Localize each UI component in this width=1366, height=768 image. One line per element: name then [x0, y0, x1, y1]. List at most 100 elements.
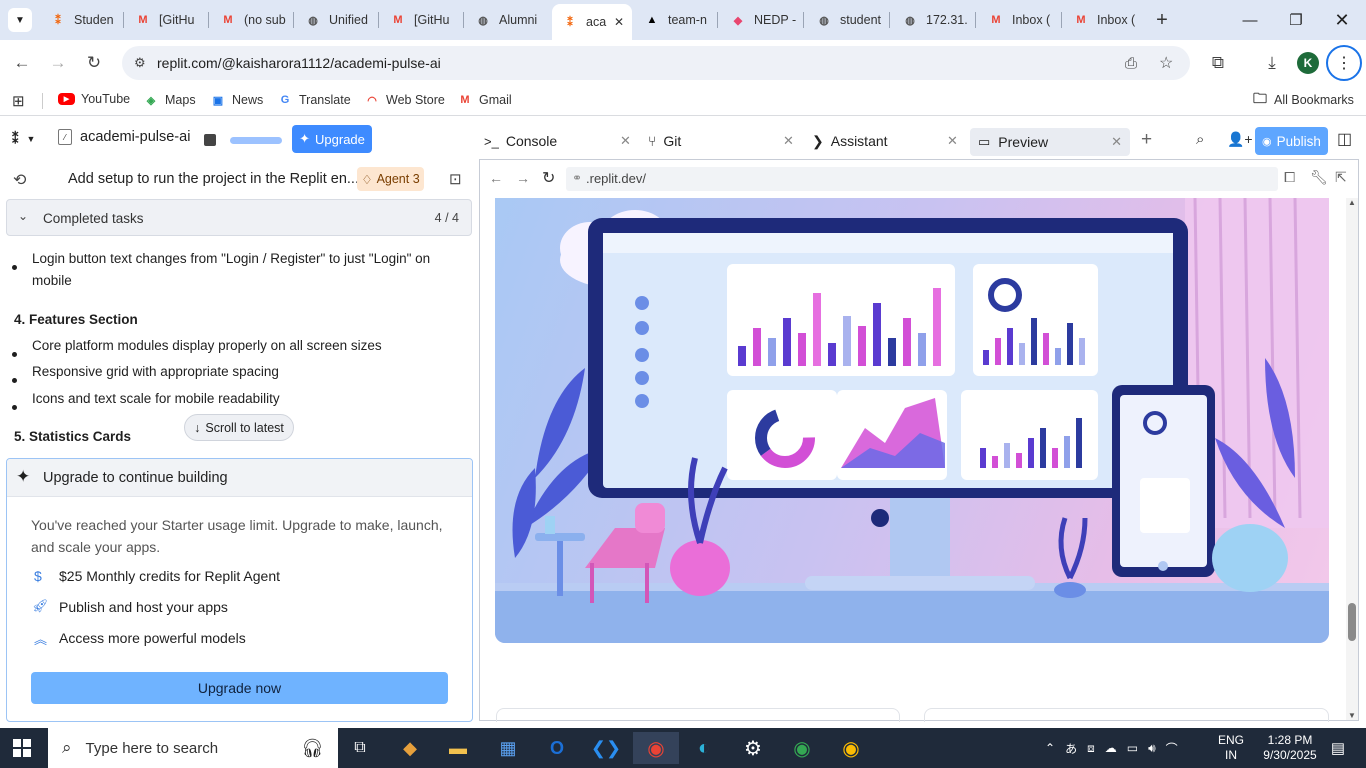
volume-icon[interactable]: 🔊︎ — [1148, 741, 1156, 756]
bullet-dot — [12, 378, 17, 383]
chrome-k-button[interactable]: ◉ — [633, 732, 679, 764]
browser-tab-label: Studen — [74, 13, 114, 27]
devtools-icon[interactable]: 🔧︎ — [1310, 169, 1328, 186]
browser-tab[interactable]: ⁑ Studen — [40, 6, 124, 34]
back-button[interactable]: ← — [10, 51, 34, 75]
edge-button[interactable]: ◐ — [684, 732, 724, 764]
address-bar[interactable]: ⚙ replit.com/@kaisharora1112/academi-pul… — [122, 46, 1190, 80]
close-tab-preview[interactable]: ✕ — [1111, 134, 1122, 150]
reload-button[interactable]: ↻ — [82, 51, 106, 75]
browser-tab[interactable]: ◍ student — [806, 6, 890, 34]
task-view-button[interactable]: ⧉ — [340, 732, 380, 764]
search-icon[interactable]: ⌕ — [1196, 131, 1204, 148]
settings-button[interactable]: ⚙ — [733, 732, 773, 764]
bookmark-news[interactable]: ▣ News — [210, 92, 263, 108]
upgrade-card-description: You've reached your Starter usage limit.… — [31, 517, 443, 533]
tab-preview[interactable]: ▭ Preview ✕ — [970, 128, 1130, 156]
browser-tab[interactable]: ◍ 172.31. — [892, 6, 976, 34]
scroll-down-icon[interactable]: ▼ — [1348, 711, 1356, 720]
new-chat-icon[interactable]: ⊡ — [449, 170, 462, 188]
bookmark-gmail[interactable]: M Gmail — [457, 92, 511, 108]
bookmark-youtube[interactable]: ▶ YouTube — [58, 92, 130, 106]
upgrade-button[interactable]: ✦ Upgrade — [292, 125, 372, 153]
browser-tab[interactable]: ▲ team-n — [634, 6, 718, 34]
publish-button[interactable]: ◉ Publish — [1255, 127, 1328, 155]
invite-user-icon[interactable]: 👤+ — [1227, 131, 1253, 148]
downloads-button[interactable]: ⤓ — [1260, 51, 1284, 75]
battery-icon[interactable]: ▭ — [1127, 741, 1138, 755]
extensions-button[interactable]: ⧉ — [1206, 51, 1230, 75]
stop-button[interactable] — [204, 134, 216, 146]
toggle-sidebar-icon[interactable]: ◫ — [1337, 129, 1352, 149]
browser-tab[interactable]: ◆ NEDP - — [720, 6, 804, 34]
language-bar-icon[interactable]: あ — [1065, 740, 1077, 757]
scroll-to-latest-button[interactable]: ↓ Scroll to latest — [184, 414, 294, 441]
bookmark-webstore[interactable]: ◠ Web Store — [364, 92, 445, 108]
preview-scrollbar[interactable]: ▲ ▼ — [1346, 198, 1358, 720]
preview-reload-button[interactable]: ↻ — [542, 168, 555, 188]
browser-menu-button[interactable]: ⋮ — [1326, 45, 1362, 81]
close-window-button[interactable]: ✕ — [1330, 8, 1354, 32]
browser-tab[interactable]: M Inbox ( — [978, 6, 1062, 34]
browser-tab[interactable]: ◍ Unified — [295, 6, 379, 34]
tab-console[interactable]: >_ Console — [484, 129, 557, 153]
browser-tab[interactable]: ⁑ aca ✕ — [552, 4, 632, 40]
bookmark-translate[interactable]: G Translate — [277, 92, 351, 108]
preview-back-button[interactable]: ← — [489, 170, 503, 186]
chevron-up-icon[interactable]: ⌃ — [1045, 741, 1055, 755]
preview-url-bar[interactable]: ⚭ .replit.dev/ — [566, 167, 1278, 191]
site-info-icon[interactable]: ⚙ — [134, 55, 146, 71]
outlook-button[interactable]: O — [537, 732, 577, 764]
browser-tab[interactable]: M Inbox ( — [1063, 6, 1147, 34]
bookmark-maps[interactable]: ◈ Maps — [143, 92, 196, 108]
preview-forward-button[interactable]: → — [516, 170, 530, 186]
copilot-button[interactable]: ◆ — [390, 732, 430, 764]
cloud-icon[interactable]: ☁ — [1105, 741, 1117, 755]
store-button[interactable]: ▦ — [488, 732, 528, 764]
star-icon[interactable]: ☆ — [1159, 53, 1173, 73]
restore-button[interactable]: ❐ — [1284, 8, 1308, 32]
browser-tab[interactable]: ◍ Alumni — [465, 6, 549, 34]
all-bookmarks-button[interactable]: 🗀 All Bookmarks — [1252, 90, 1354, 108]
edge-icon: ◐ — [697, 736, 711, 759]
clock[interactable]: 1:28 PM 9/30/2025 — [1254, 733, 1326, 763]
project-selector[interactable]: ⁄ academi-pulse-ai — [58, 129, 190, 145]
install-app-icon[interactable]: ⎙ — [1125, 55, 1137, 72]
notifications-button[interactable]: ▤ — [1318, 732, 1358, 764]
start-button[interactable] — [2, 732, 42, 764]
taskbar-search[interactable]: ⌕ Type here to search 🎧︎ — [48, 728, 338, 768]
close-tab-icon[interactable]: ✕ — [614, 15, 624, 29]
camera-icon[interactable]: ⧈ — [1087, 741, 1095, 756]
close-tab-git[interactable]: ✕ — [783, 133, 794, 149]
add-tab-button[interactable]: + — [1141, 129, 1152, 151]
browser-tab[interactable]: M [GitHu — [125, 6, 209, 34]
browser-tab[interactable]: M (no sub — [210, 6, 294, 34]
tab-assistant[interactable]: ❯ Assistant — [812, 129, 888, 153]
scrollbar-thumb[interactable] — [1348, 603, 1356, 641]
close-tab-assistant[interactable]: ✕ — [947, 133, 958, 149]
file-explorer-button[interactable]: ▬ — [438, 732, 478, 764]
apps-button[interactable]: ⊞ — [12, 92, 25, 110]
devices-icon[interactable]: ⧠ — [1284, 169, 1295, 186]
upgrade-label: Upgrade — [315, 131, 365, 147]
scroll-up-icon[interactable]: ▲ — [1348, 198, 1356, 207]
gmail-icon: M — [460, 94, 470, 106]
profile-avatar[interactable]: K — [1297, 52, 1319, 74]
browser-tab[interactable]: M [GitHu — [380, 6, 464, 34]
history-icon[interactable]: ⟲ — [13, 170, 26, 190]
language-indicator[interactable]: ENG IN — [1218, 733, 1244, 763]
replit-menu-button[interactable]: ⁑ ▼ — [12, 131, 35, 147]
open-external-icon[interactable]: ⇱ — [1335, 169, 1347, 186]
forward-button[interactable]: → — [46, 51, 70, 75]
close-tab-console[interactable]: ✕ — [620, 133, 631, 149]
chrome-m-button[interactable]: ◉ — [782, 732, 822, 764]
vscode-button[interactable]: ❮❯ — [586, 732, 626, 764]
tab-search-button[interactable]: ▼ — [8, 8, 32, 32]
completed-tasks-header[interactable]: ⌄ Completed tasks 4 / 4 — [6, 199, 472, 236]
chrome-button[interactable]: ◉ — [831, 732, 871, 764]
new-tab-button[interactable]: + — [1150, 8, 1174, 32]
tab-git[interactable]: ⑂ Git — [648, 129, 681, 153]
minimize-button[interactable]: — — [1238, 8, 1262, 32]
wifi-icon[interactable]: ⌒ — [1166, 740, 1178, 757]
upgrade-now-button[interactable]: Upgrade now — [31, 672, 448, 704]
